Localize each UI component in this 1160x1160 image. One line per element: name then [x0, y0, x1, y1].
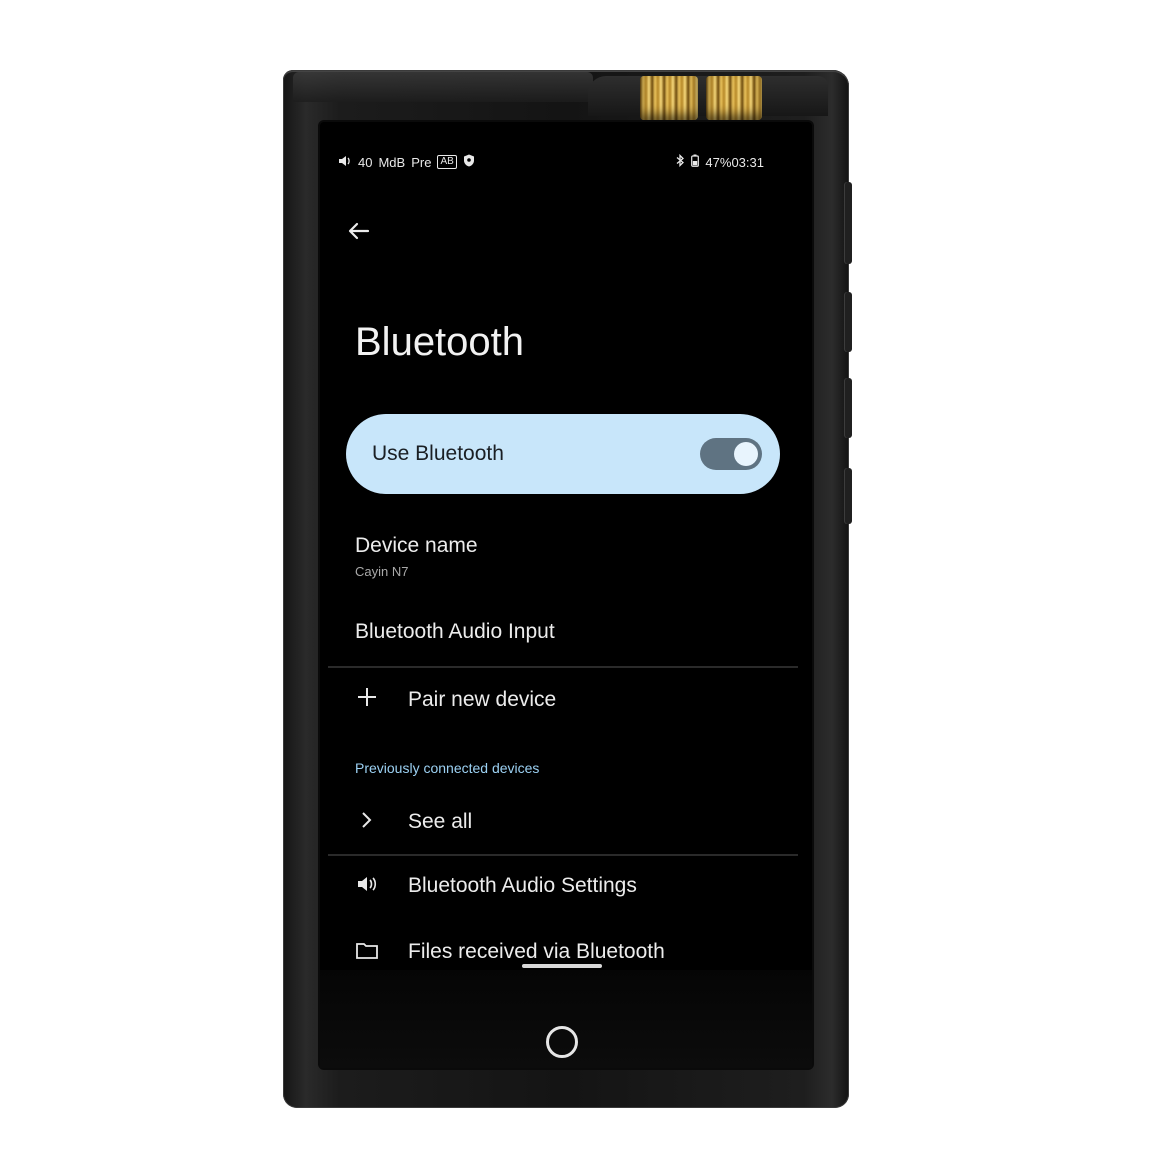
- headphone-jack-housing: [588, 76, 828, 120]
- page-title: Bluetooth: [355, 320, 525, 364]
- folder-icon: [356, 941, 378, 962]
- mode-label: Pre: [411, 154, 432, 170]
- battery-percent: 47%: [705, 154, 732, 170]
- arrow-left-icon: [344, 222, 374, 250]
- status-time: 03:31: [731, 154, 764, 170]
- use-bluetooth-card[interactable]: Use Bluetooth: [346, 414, 780, 494]
- bluetooth-audio-settings-label: Bluetooth Audio Settings: [408, 874, 637, 897]
- files-received-row[interactable]: Files received via Bluetooth: [320, 934, 812, 962]
- single-ended-jack: [706, 76, 762, 120]
- side-volume-knob[interactable]: [844, 182, 852, 264]
- side-button-prev[interactable]: [844, 292, 852, 352]
- shield-icon: [463, 154, 475, 170]
- side-button-next[interactable]: [844, 468, 852, 524]
- bluetooth-toggle[interactable]: [700, 438, 762, 470]
- gain-label: MdB: [378, 154, 406, 170]
- back-button[interactable]: [344, 216, 374, 246]
- home-circle-icon[interactable]: [546, 1026, 578, 1058]
- scroll-clip: Files received via Bluetooth: [320, 934, 812, 962]
- bluetooth-audio-input-row[interactable]: Bluetooth Audio Input: [320, 600, 812, 660]
- ab-badge: AB: [437, 155, 457, 169]
- files-received-label: Files received via Bluetooth: [408, 940, 665, 962]
- dap-device: 40 MdB Pre AB 47% 03:31 Bluetooth Use Bl…: [283, 70, 852, 1108]
- previously-connected-header: Previously connected devices: [355, 760, 540, 776]
- device-name-title: Device name: [355, 534, 478, 557]
- top-ridge: [293, 72, 593, 102]
- side-button-play[interactable]: [844, 378, 852, 438]
- plus-icon: [356, 686, 378, 713]
- speaker-icon: [356, 874, 378, 899]
- pair-new-device-label: Pair new device: [408, 688, 557, 711]
- balanced-jack: [640, 76, 698, 120]
- chevron-right-icon: [360, 810, 372, 835]
- use-bluetooth-label: Use Bluetooth: [372, 442, 504, 465]
- speaker-icon: [338, 155, 352, 170]
- battery-icon: [691, 154, 700, 170]
- divider: [328, 854, 798, 856]
- bluetooth-icon: [676, 153, 685, 170]
- screen: 40 MdB Pre AB 47% 03:31 Bluetooth Use Bl…: [320, 122, 812, 1068]
- pair-new-device-row[interactable]: Pair new device: [320, 670, 812, 730]
- see-all-label: See all: [408, 810, 473, 833]
- volume-value: 40: [358, 154, 373, 170]
- nav-gesture-pill[interactable]: [522, 964, 602, 968]
- see-all-row[interactable]: See all: [320, 792, 812, 852]
- device-name-row[interactable]: Device name Cayin N7: [320, 522, 812, 592]
- toggle-knob: [734, 442, 758, 466]
- bluetooth-audio-input-label: Bluetooth Audio Input: [355, 620, 555, 643]
- bluetooth-audio-settings-row[interactable]: Bluetooth Audio Settings: [320, 858, 812, 918]
- device-name-value: Cayin N7: [355, 564, 409, 579]
- status-bar: 40 MdB Pre AB 47% 03:31: [338, 152, 764, 172]
- divider: [328, 666, 798, 668]
